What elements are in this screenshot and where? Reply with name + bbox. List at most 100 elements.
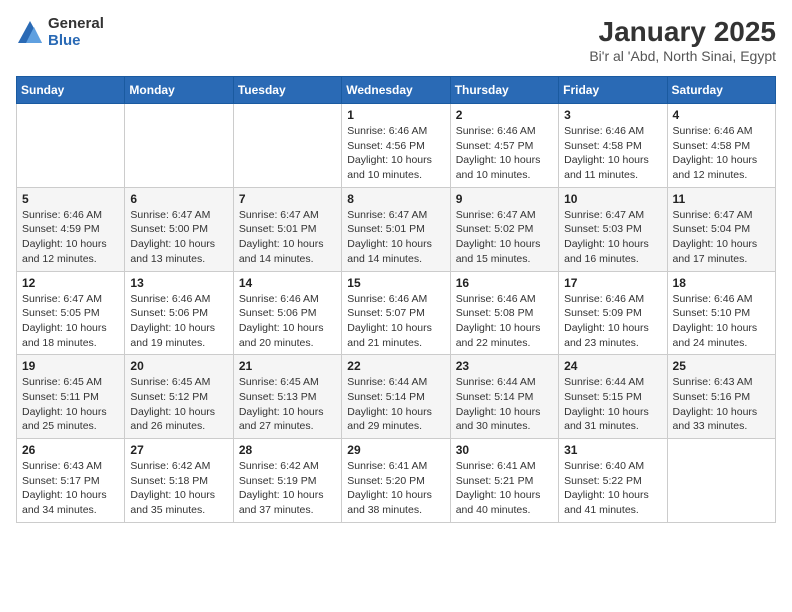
calendar-cell	[125, 104, 233, 188]
calendar-cell: 17 Sunrise: 6:46 AM Sunset: 5:09 PM Dayli…	[559, 271, 667, 355]
day-number: 3	[564, 108, 661, 122]
calendar-week-row: 12 Sunrise: 6:47 AM Sunset: 5:05 PM Dayli…	[17, 271, 776, 355]
calendar-header-row: SundayMondayTuesdayWednesdayThursdayFrid…	[17, 77, 776, 104]
day-info: Sunrise: 6:46 AM Sunset: 5:10 PM Dayligh…	[673, 292, 770, 351]
calendar-cell: 14Sunrise: 6:46 AM Sunset: 5:06 PM Dayli…	[233, 271, 341, 355]
logo-blue-text: Blue	[48, 33, 104, 50]
day-info: Sunrise: 6:46 AM Sunset: 5:08 PM Dayligh…	[456, 292, 553, 351]
day-info: Sunrise: 6:47 AM Sunset: 5:00 PM Dayligh…	[130, 208, 227, 267]
calendar-cell: 16 Sunrise: 6:46 AM Sunset: 5:08 PM Dayli…	[450, 271, 558, 355]
calendar-cell: 31Sunrise: 6:40 AM Sunset: 5:22 PM Dayli…	[559, 439, 667, 523]
calendar-cell: 5 Sunrise: 6:46 AM Sunset: 4:59 PM Daylig…	[17, 187, 125, 271]
day-number: 5	[22, 192, 119, 206]
calendar-cell: 6 Sunrise: 6:47 AM Sunset: 5:00 PM Daylig…	[125, 187, 233, 271]
day-header-saturday: Saturday	[667, 77, 775, 104]
day-number: 16	[456, 276, 553, 290]
calendar-cell: 30 Sunrise: 6:41 AM Sunset: 5:21 PM Dayli…	[450, 439, 558, 523]
calendar-cell: 29Sunrise: 6:41 AM Sunset: 5:20 PM Dayli…	[342, 439, 450, 523]
calendar-cell: 21Sunrise: 6:45 AM Sunset: 5:13 PM Dayli…	[233, 355, 341, 439]
calendar-week-row: 26 Sunrise: 6:43 AM Sunset: 5:17 PM Dayli…	[17, 439, 776, 523]
calendar-cell: 25 Sunrise: 6:43 AM Sunset: 5:16 PM Dayli…	[667, 355, 775, 439]
day-header-sunday: Sunday	[17, 77, 125, 104]
day-number: 12	[22, 276, 119, 290]
day-number: 15	[347, 276, 444, 290]
day-number: 1	[347, 108, 444, 122]
day-number: 24	[564, 359, 661, 373]
calendar-cell: 19 Sunrise: 6:45 AM Sunset: 5:11 PM Dayli…	[17, 355, 125, 439]
day-info: Sunrise: 6:46 AM Sunset: 4:57 PM Dayligh…	[456, 124, 553, 183]
calendar-cell: 26 Sunrise: 6:43 AM Sunset: 5:17 PM Dayli…	[17, 439, 125, 523]
day-number: 11	[673, 192, 770, 206]
calendar-cell	[17, 104, 125, 188]
day-number: 8	[347, 192, 444, 206]
day-number: 10	[564, 192, 661, 206]
day-info: Sunrise: 6:43 AM Sunset: 5:16 PM Dayligh…	[673, 375, 770, 434]
day-number: 19	[22, 359, 119, 373]
day-number: 6	[130, 192, 227, 206]
calendar-cell: 3 Sunrise: 6:46 AM Sunset: 4:58 PM Daylig…	[559, 104, 667, 188]
day-info: Sunrise: 6:45 AM Sunset: 5:11 PM Dayligh…	[22, 375, 119, 434]
day-info: Sunrise: 6:46 AM Sunset: 4:58 PM Dayligh…	[564, 124, 661, 183]
calendar-week-row: 5 Sunrise: 6:46 AM Sunset: 4:59 PM Daylig…	[17, 187, 776, 271]
day-info: Sunrise: 6:46 AM Sunset: 5:09 PM Dayligh…	[564, 292, 661, 351]
day-info: Sunrise: 6:46 AM Sunset: 4:56 PM Dayligh…	[347, 124, 444, 183]
calendar-cell: 24 Sunrise: 6:44 AM Sunset: 5:15 PM Dayli…	[559, 355, 667, 439]
header: General Blue January 2025 Bi'r al 'Abd, …	[16, 16, 776, 64]
calendar-cell: 7Sunrise: 6:47 AM Sunset: 5:01 PM Daylig…	[233, 187, 341, 271]
title-block: January 2025 Bi'r al 'Abd, North Sinai, …	[589, 16, 776, 64]
day-info: Sunrise: 6:47 AM Sunset: 5:01 PM Dayligh…	[239, 208, 336, 267]
calendar-cell: 11Sunrise: 6:47 AM Sunset: 5:04 PM Dayli…	[667, 187, 775, 271]
calendar-cell: 27Sunrise: 6:42 AM Sunset: 5:18 PM Dayli…	[125, 439, 233, 523]
day-number: 2	[456, 108, 553, 122]
day-info: Sunrise: 6:43 AM Sunset: 5:17 PM Dayligh…	[22, 459, 119, 518]
day-info: Sunrise: 6:42 AM Sunset: 5:18 PM Dayligh…	[130, 459, 227, 518]
calendar-cell: 23 Sunrise: 6:44 AM Sunset: 5:14 PM Dayli…	[450, 355, 558, 439]
day-info: Sunrise: 6:44 AM Sunset: 5:15 PM Dayligh…	[564, 375, 661, 434]
day-info: Sunrise: 6:44 AM Sunset: 5:14 PM Dayligh…	[347, 375, 444, 434]
day-info: Sunrise: 6:46 AM Sunset: 5:07 PM Dayligh…	[347, 292, 444, 351]
day-number: 9	[456, 192, 553, 206]
day-info: Sunrise: 6:46 AM Sunset: 5:06 PM Dayligh…	[239, 292, 336, 351]
calendar-cell: 4Sunrise: 6:46 AM Sunset: 4:58 PM Daylig…	[667, 104, 775, 188]
calendar-cell	[233, 104, 341, 188]
day-number: 4	[673, 108, 770, 122]
day-info: Sunrise: 6:44 AM Sunset: 5:14 PM Dayligh…	[456, 375, 553, 434]
day-info: Sunrise: 6:45 AM Sunset: 5:12 PM Dayligh…	[130, 375, 227, 434]
day-number: 25	[673, 359, 770, 373]
calendar-cell: 18 Sunrise: 6:46 AM Sunset: 5:10 PM Dayli…	[667, 271, 775, 355]
day-header-wednesday: Wednesday	[342, 77, 450, 104]
calendar-cell: 12 Sunrise: 6:47 AM Sunset: 5:05 PM Dayli…	[17, 271, 125, 355]
calendar-table: SundayMondayTuesdayWednesdayThursdayFrid…	[16, 76, 776, 523]
day-info: Sunrise: 6:46 AM Sunset: 4:59 PM Dayligh…	[22, 208, 119, 267]
day-info: Sunrise: 6:47 AM Sunset: 5:05 PM Dayligh…	[22, 292, 119, 351]
logo: General Blue	[16, 16, 104, 49]
day-number: 13	[130, 276, 227, 290]
calendar-cell: 13Sunrise: 6:46 AM Sunset: 5:06 PM Dayli…	[125, 271, 233, 355]
day-number: 29	[347, 443, 444, 457]
day-number: 20	[130, 359, 227, 373]
day-number: 18	[673, 276, 770, 290]
calendar-title: January 2025	[589, 16, 776, 48]
calendar-week-row: 19 Sunrise: 6:45 AM Sunset: 5:11 PM Dayli…	[17, 355, 776, 439]
day-header-tuesday: Tuesday	[233, 77, 341, 104]
day-number: 28	[239, 443, 336, 457]
calendar-week-row: 1 Sunrise: 6:46 AM Sunset: 4:56 PM Daylig…	[17, 104, 776, 188]
day-number: 21	[239, 359, 336, 373]
calendar-cell: 20 Sunrise: 6:45 AM Sunset: 5:12 PM Dayli…	[125, 355, 233, 439]
calendar-cell: 8Sunrise: 6:47 AM Sunset: 5:01 PM Daylig…	[342, 187, 450, 271]
day-number: 23	[456, 359, 553, 373]
calendar-cell: 9 Sunrise: 6:47 AM Sunset: 5:02 PM Daylig…	[450, 187, 558, 271]
day-info: Sunrise: 6:47 AM Sunset: 5:03 PM Dayligh…	[564, 208, 661, 267]
day-number: 31	[564, 443, 661, 457]
day-number: 30	[456, 443, 553, 457]
day-info: Sunrise: 6:41 AM Sunset: 5:21 PM Dayligh…	[456, 459, 553, 518]
logo-icon	[16, 19, 44, 47]
day-header-thursday: Thursday	[450, 77, 558, 104]
calendar-subtitle: Bi'r al 'Abd, North Sinai, Egypt	[589, 48, 776, 64]
calendar-cell: 15 Sunrise: 6:46 AM Sunset: 5:07 PM Dayli…	[342, 271, 450, 355]
calendar-cell: 1 Sunrise: 6:46 AM Sunset: 4:56 PM Daylig…	[342, 104, 450, 188]
day-info: Sunrise: 6:47 AM Sunset: 5:02 PM Dayligh…	[456, 208, 553, 267]
day-info: Sunrise: 6:42 AM Sunset: 5:19 PM Dayligh…	[239, 459, 336, 518]
day-number: 26	[22, 443, 119, 457]
day-number: 17	[564, 276, 661, 290]
